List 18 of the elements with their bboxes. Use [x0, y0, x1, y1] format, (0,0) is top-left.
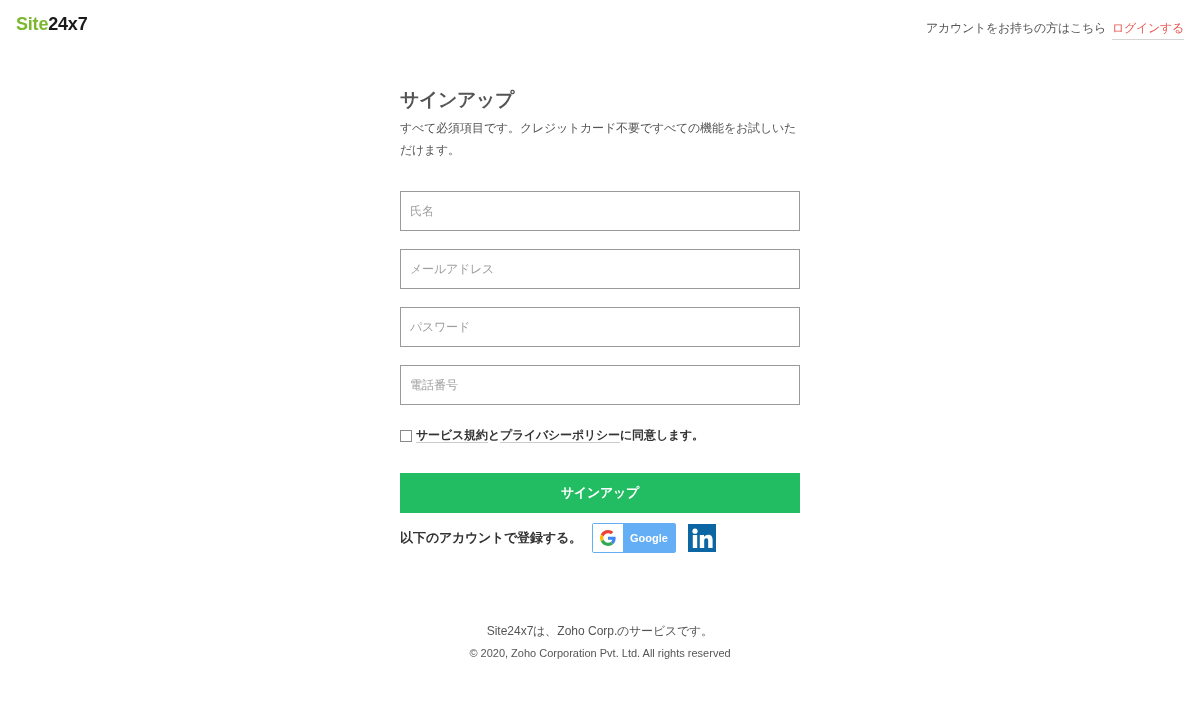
copyright: © 2020, Zoho Corporation Pvt. Ltd. All rights reserved [469, 646, 731, 661]
linkedin-logo-icon[interactable] [687, 524, 716, 552]
site-logo[interactable]: Site24x7 [16, 12, 88, 36]
google-g-icon [600, 530, 616, 546]
terms-link[interactable]: サービス規約 [416, 428, 488, 443]
input-field[interactable]: パスワード [400, 307, 800, 347]
input-field[interactable]: 電話番号 [400, 365, 800, 405]
signup-description: すべて必須項目です。クレジットカード不要ですべての機能をお試しいただけます。 [400, 120, 797, 159]
privacy-policy-link[interactable]: プライバシーポリシー [500, 428, 620, 443]
service-note: Site24x7は、Zoho Corp.のサービスです。 [486, 623, 714, 640]
social-signup-label: 以下のアカウントで登録する。 [400, 529, 582, 547]
input-field[interactable]: 氏名 [400, 191, 800, 231]
signup-title: サインアップ [400, 88, 516, 112]
input-field[interactable]: メールアドレス [400, 249, 800, 289]
checkbox[interactable] [400, 429, 412, 442]
consent-text: サービス規約と プライバシーポリシーに同意します。 [416, 427, 704, 444]
login-link[interactable]: ログインする [1112, 19, 1184, 40]
account-prompt: アカウントをお持ちの方はこちら [926, 20, 1106, 37]
